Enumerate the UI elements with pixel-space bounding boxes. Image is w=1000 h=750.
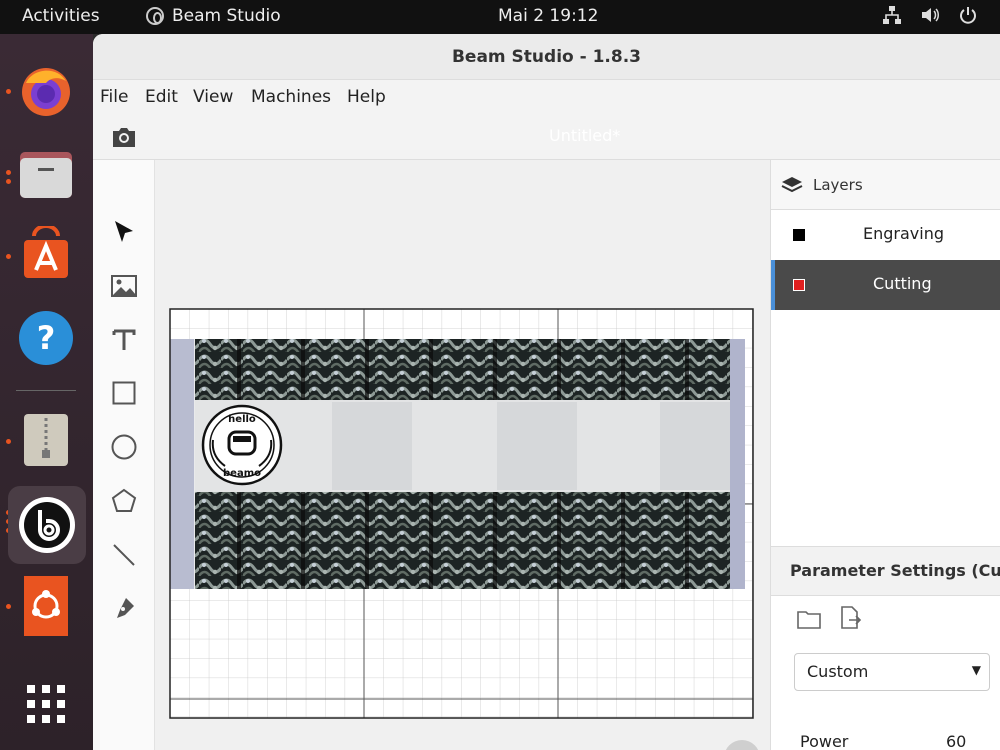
camera-icon[interactable] bbox=[110, 125, 138, 149]
preset-selected-value: Custom bbox=[807, 662, 869, 681]
image-tool[interactable] bbox=[110, 272, 138, 300]
pen-icon bbox=[117, 598, 134, 618]
dock-ubuntu[interactable] bbox=[16, 576, 76, 636]
chevron-down-icon: ▼ bbox=[971, 663, 981, 677]
running-indicator bbox=[6, 179, 11, 184]
pen-tool[interactable] bbox=[110, 594, 138, 622]
app-grid-icon bbox=[27, 685, 65, 723]
dock-help[interactable]: ? bbox=[16, 308, 76, 368]
line-icon bbox=[113, 544, 135, 566]
show-applications-button[interactable] bbox=[16, 674, 76, 734]
menu-bar: File Edit View Machines Help bbox=[93, 80, 1000, 114]
layer-item-cutting[interactable]: Cutting bbox=[771, 260, 1000, 310]
canvas-workspace[interactable]: hello beamo bbox=[155, 160, 770, 750]
ubuntu-icon bbox=[24, 576, 68, 636]
svg-text:?: ? bbox=[37, 319, 56, 357]
activities-button[interactable]: Activities bbox=[22, 6, 100, 26]
clock[interactable]: Mai 2 19:12 bbox=[498, 6, 598, 26]
drawing-toolbar bbox=[93, 160, 155, 750]
circle-icon bbox=[111, 434, 137, 460]
app-menu-label: Beam Studio bbox=[172, 6, 281, 26]
text-icon bbox=[112, 329, 136, 350]
ellipse-tool[interactable] bbox=[110, 433, 138, 461]
network-icon bbox=[883, 6, 901, 24]
layer-name: Engraving bbox=[863, 224, 944, 243]
workarea-svg[interactable]: hello beamo bbox=[155, 160, 770, 750]
layers-title: Layers bbox=[813, 175, 863, 194]
select-tool[interactable] bbox=[110, 218, 138, 246]
system-tray[interactable] bbox=[882, 5, 978, 25]
power-label: Power bbox=[800, 732, 849, 750]
top-toolbar: Untitled* bbox=[93, 114, 1000, 160]
text-tool[interactable] bbox=[110, 326, 138, 354]
dock-separator bbox=[16, 390, 76, 391]
right-panel: Layers Engraving Cutting Parameter Setti… bbox=[770, 160, 1000, 750]
line-tool[interactable] bbox=[110, 541, 138, 569]
running-indicator bbox=[6, 89, 11, 94]
export-file-icon[interactable] bbox=[840, 606, 862, 630]
help-fab[interactable] bbox=[724, 740, 760, 750]
window-title: Beam Studio - 1.8.3 bbox=[93, 34, 1000, 80]
layers-icon bbox=[781, 176, 803, 192]
stamp-text-hello: hello bbox=[228, 414, 256, 425]
power-value[interactable]: 60 bbox=[946, 732, 966, 750]
cursor-icon bbox=[115, 221, 133, 242]
layer-color-swatch[interactable] bbox=[793, 279, 805, 291]
files-icon bbox=[20, 152, 72, 198]
dock-files[interactable] bbox=[16, 144, 76, 204]
menu-file[interactable]: File bbox=[100, 87, 128, 107]
help-icon: ? bbox=[19, 311, 73, 365]
hello-beamo-stamp[interactable]: hello beamo bbox=[201, 404, 283, 486]
dock-software[interactable] bbox=[16, 224, 76, 284]
document-title: Untitled* bbox=[549, 126, 621, 145]
rectangle-tool[interactable] bbox=[110, 379, 138, 407]
beam-studio-icon bbox=[19, 497, 75, 553]
dock-beam-studio[interactable] bbox=[8, 486, 86, 564]
parameter-settings-header: Parameter Settings (Cutting) bbox=[771, 546, 1000, 596]
folder-icon[interactable] bbox=[797, 609, 821, 629]
dock-firefox[interactable] bbox=[16, 61, 76, 121]
power-icon bbox=[960, 7, 976, 24]
ubuntu-dock: ? bbox=[0, 34, 93, 750]
running-indicator bbox=[6, 170, 11, 175]
archive-icon bbox=[24, 414, 68, 466]
running-indicator bbox=[6, 254, 11, 259]
running-indicator bbox=[6, 604, 11, 609]
preset-dropdown[interactable]: Custom ▼ bbox=[794, 653, 990, 691]
menu-help[interactable]: Help bbox=[347, 87, 386, 107]
polygon-tool[interactable] bbox=[110, 487, 138, 515]
running-indicator bbox=[6, 439, 11, 444]
system-top-bar: Activities Beam Studio Mai 2 19:12 bbox=[0, 0, 1000, 34]
image-icon bbox=[111, 275, 137, 297]
rectangle-icon bbox=[112, 381, 136, 405]
beam-studio-window: Beam Studio - 1.8.3 File Edit View Machi… bbox=[93, 34, 1000, 750]
menu-edit[interactable]: Edit bbox=[145, 87, 178, 107]
layer-item-engraving[interactable]: Engraving bbox=[771, 210, 1000, 260]
firefox-icon bbox=[22, 68, 70, 116]
app-menu[interactable]: Beam Studio bbox=[146, 6, 281, 26]
layers-panel-header: Layers bbox=[771, 160, 1000, 210]
dock-archive[interactable] bbox=[16, 410, 76, 470]
beam-studio-mini-icon bbox=[146, 7, 164, 25]
software-center-icon bbox=[24, 226, 68, 278]
pentagon-icon bbox=[111, 488, 137, 512]
menu-machines[interactable]: Machines bbox=[251, 87, 331, 107]
layer-name: Cutting bbox=[873, 274, 932, 293]
volume-icon bbox=[922, 8, 939, 22]
menu-view[interactable]: View bbox=[193, 87, 233, 107]
stamp-text-beamo: beamo bbox=[223, 468, 261, 479]
layer-color-swatch[interactable] bbox=[793, 229, 805, 241]
